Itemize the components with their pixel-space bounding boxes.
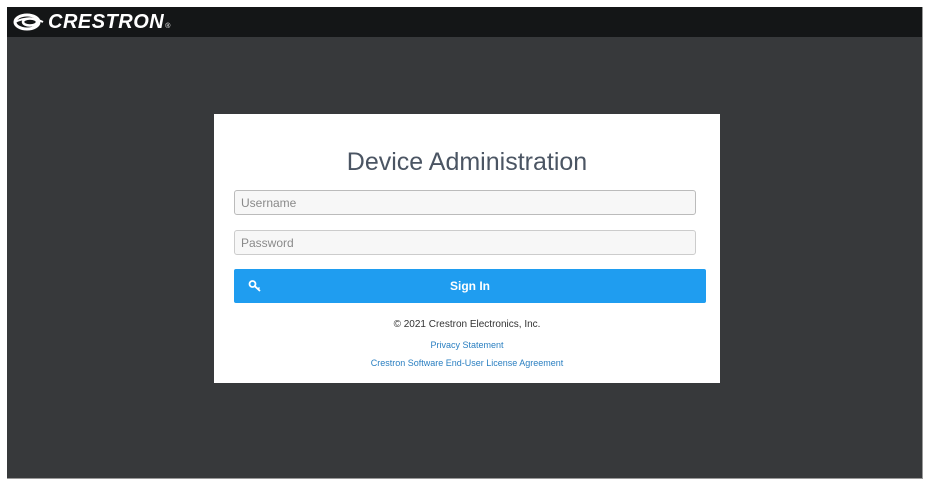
- brand-name: CRESTRON: [48, 10, 165, 33]
- app-window: CRESTRON ® Device Administration Sign In…: [7, 7, 923, 479]
- eula-link[interactable]: Crestron Software End-User License Agree…: [214, 358, 720, 368]
- password-input[interactable]: [234, 230, 696, 255]
- username-input[interactable]: [234, 190, 696, 215]
- sign-in-label: Sign In: [450, 279, 490, 293]
- page-title: Device Administration: [346, 148, 588, 176]
- copyright-text: © 2021 Crestron Electronics, Inc.: [393, 319, 541, 330]
- privacy-statement-link[interactable]: Privacy Statement: [214, 340, 720, 350]
- registered-mark: ®: [165, 23, 171, 30]
- crestron-swirl-icon: [13, 13, 44, 31]
- login-card: Device Administration Sign In © 2021 Cre…: [214, 114, 720, 383]
- crestron-logo: CRESTRON ®: [13, 9, 170, 35]
- sign-in-button[interactable]: Sign In: [234, 269, 706, 303]
- top-bar: CRESTRON ®: [7, 7, 922, 37]
